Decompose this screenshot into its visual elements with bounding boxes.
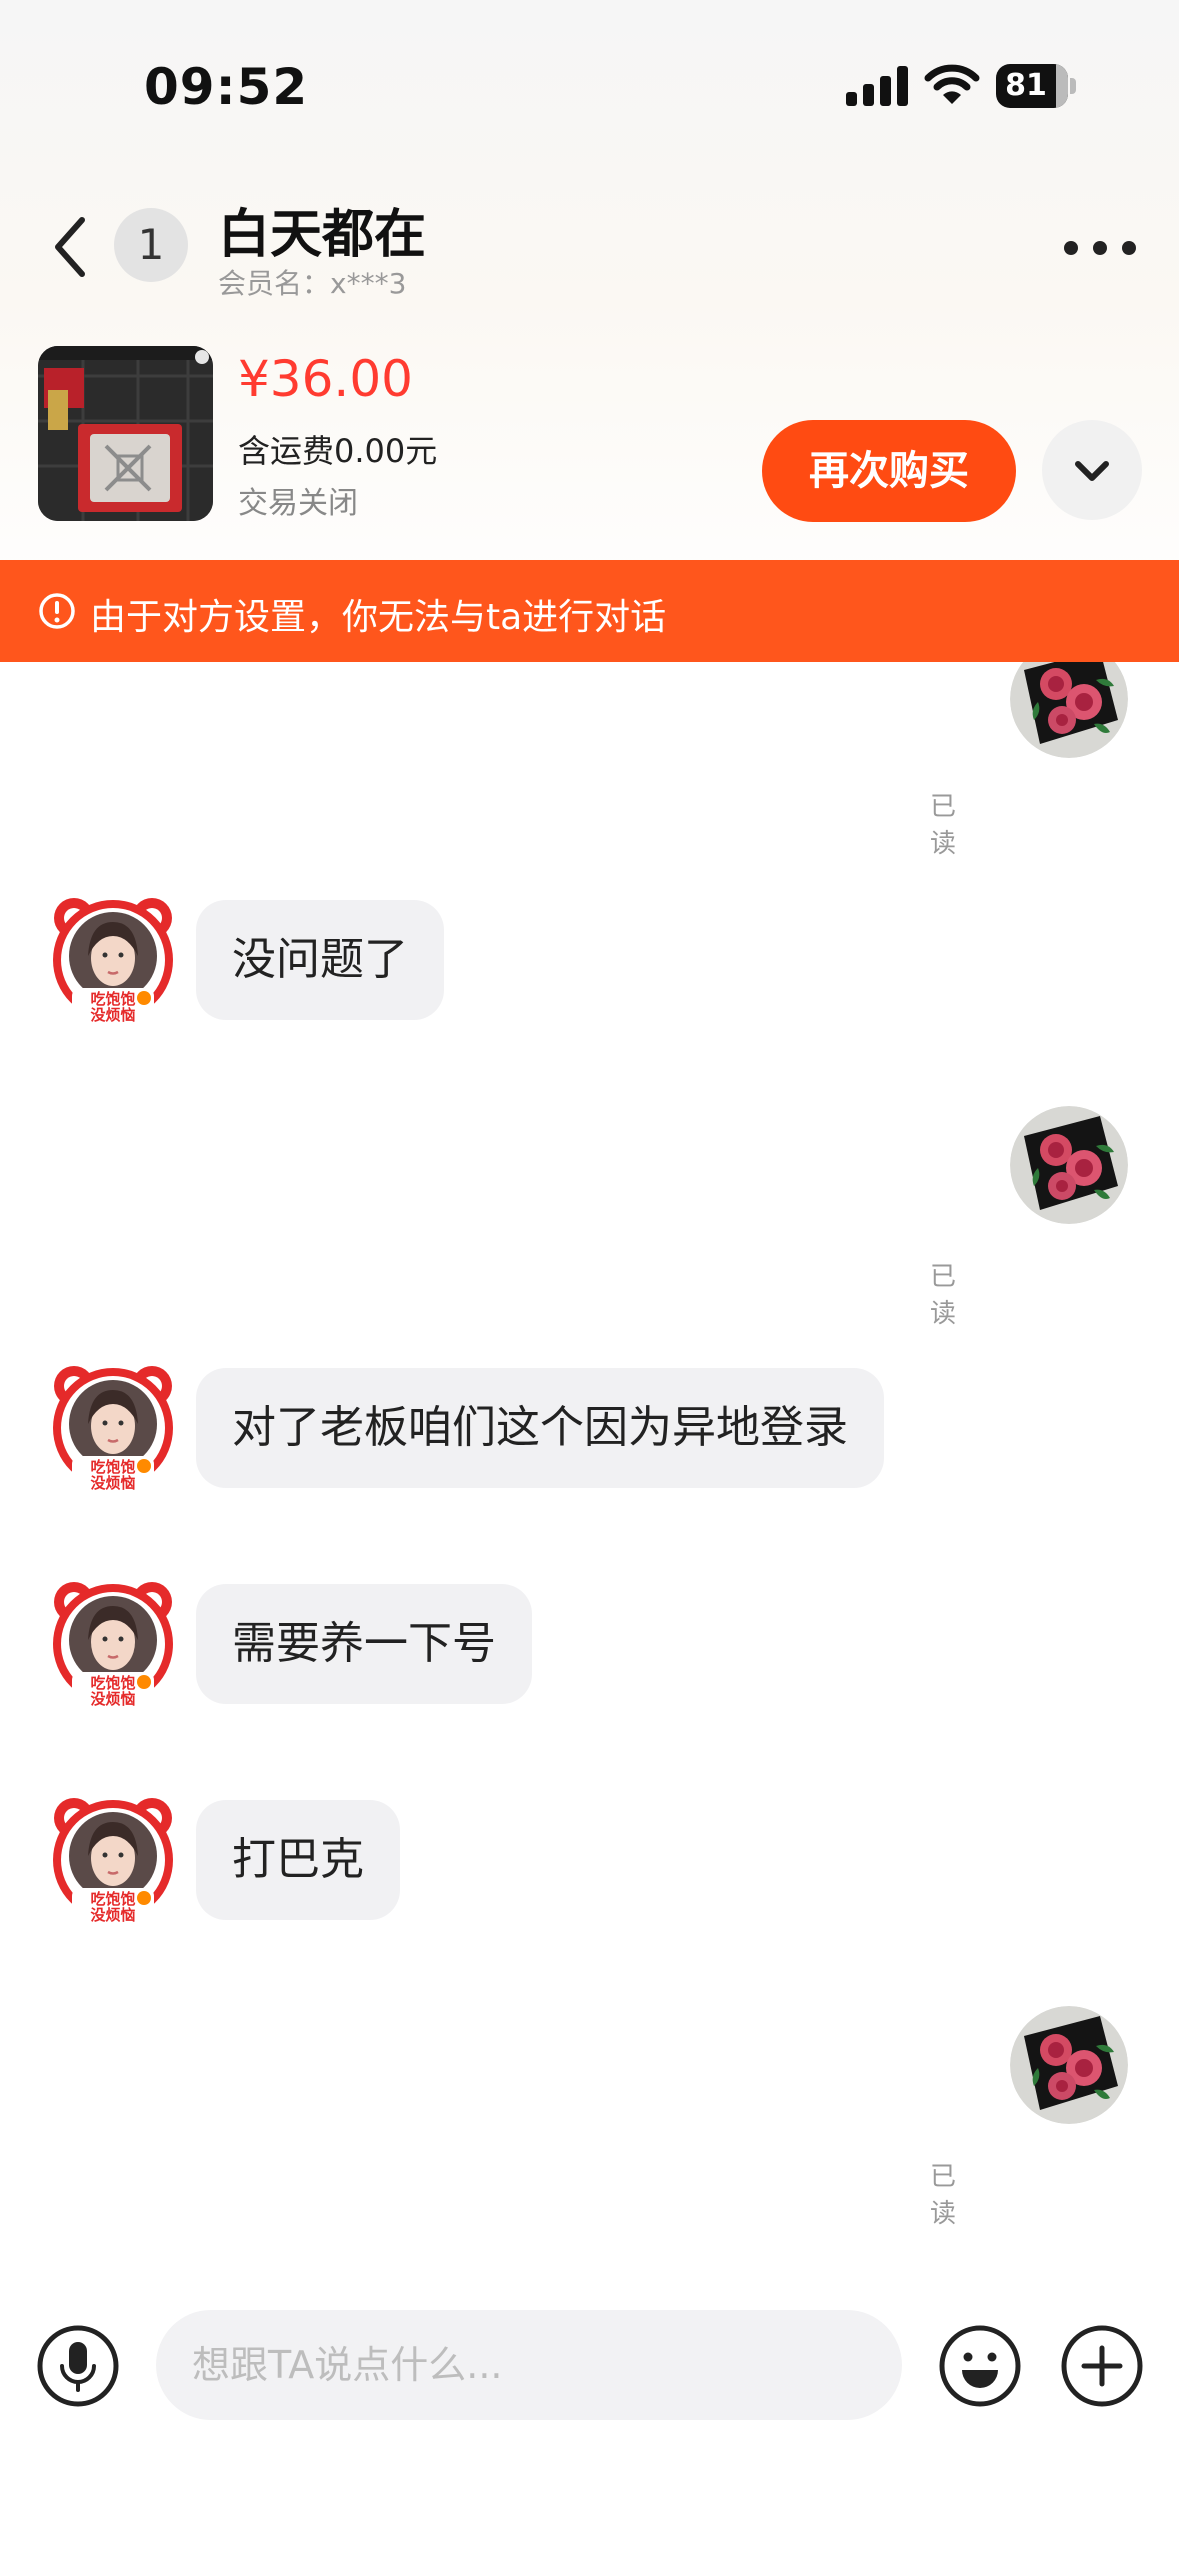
avatar-image: [1010, 1106, 1128, 1224]
contact-avatar[interactable]: 吃饱饱 没烦恼: [48, 892, 178, 1030]
buy-again-button[interactable]: 再次购买: [762, 420, 1016, 522]
more-options-button[interactable]: [1064, 238, 1136, 258]
emoji-button[interactable]: [938, 2324, 1022, 2408]
trade-status: 交易关闭: [238, 486, 358, 521]
svg-text:没烦恼: 没烦恼: [90, 1474, 135, 1492]
message-list[interactable]: 哦哦 已读 吃饱饱 没烦恼 没问题了 好: [0, 662, 1179, 2262]
svg-text:没烦恼: 没烦恼: [90, 1690, 135, 1708]
battery-icon: 81: [996, 64, 1076, 108]
warning-banner: 由于对方设置，你无法与ta进行对话: [0, 560, 1179, 662]
wifi-icon: [924, 64, 980, 104]
avatar-image: [1010, 662, 1128, 758]
svg-text:没烦恼: 没烦恼: [90, 1006, 135, 1024]
read-status: 已读: [930, 792, 957, 859]
product-price: ¥36.00: [238, 350, 413, 408]
incoming-message-bubble[interactable]: 需要养一下号: [196, 1584, 532, 1704]
read-status: 已读: [930, 1262, 957, 1329]
cellular-signal-icon: [846, 66, 908, 106]
shipping-fee: 含运费0.00元: [238, 432, 438, 470]
my-avatar[interactable]: [1010, 2006, 1128, 2124]
avatar-image: [1010, 2006, 1128, 2124]
chevron-down-icon: [1075, 461, 1109, 481]
avatar-image: 吃饱饱 没烦恼: [53, 898, 173, 1024]
avatar-image: 吃饱饱 没烦恼: [53, 1582, 173, 1708]
product-card[interactable]: ¥36.00 含运费0.00元 交易关闭 再次购买: [0, 330, 1179, 530]
battery-level: 81: [1005, 68, 1047, 103]
avatar-image: 吃饱饱 没烦恼: [53, 1366, 173, 1492]
input-bar: [0, 2262, 1179, 2556]
status-bar: 09:52 81: [0, 0, 1179, 170]
incoming-message-bubble[interactable]: 打巴克: [196, 1800, 400, 1920]
read-status: 已读: [930, 2162, 957, 2229]
warning-text: 由于对方设置，你无法与ta进行对话: [90, 597, 667, 638]
add-attachment-button[interactable]: [1060, 2324, 1144, 2408]
unread-count-badge[interactable]: 1: [114, 208, 188, 282]
my-avatar[interactable]: [1010, 1106, 1128, 1224]
contact-avatar[interactable]: 吃饱饱 没烦恼: [48, 1360, 178, 1498]
product-thumbnail[interactable]: [38, 346, 213, 521]
status-time: 09:52: [144, 58, 309, 116]
voice-input-button[interactable]: [36, 2324, 120, 2408]
message-input[interactable]: [156, 2310, 902, 2420]
alert-icon: [39, 593, 75, 629]
incoming-message-bubble[interactable]: 没问题了: [196, 900, 444, 1020]
member-name: 会员名：x***3: [218, 267, 407, 300]
contact-avatar[interactable]: 吃饱饱 没烦恼: [48, 1576, 178, 1714]
chat-header: 1 白天都在 会员名：x***3: [0, 170, 1179, 310]
contact-avatar[interactable]: 吃饱饱 没烦恼: [48, 1792, 178, 1930]
svg-text:没烦恼: 没烦恼: [90, 1906, 135, 1924]
back-button[interactable]: [46, 212, 96, 282]
chat-screen: 09:52 81 1 白天都在 会员名：x***3 ¥36.00 含运费0.00…: [0, 0, 1179, 2556]
expand-button[interactable]: [1042, 420, 1142, 520]
my-avatar[interactable]: [1010, 662, 1128, 758]
contact-name: 白天都在: [218, 205, 427, 265]
incoming-message-bubble[interactable]: 对了老板咱们这个因为异地登录: [196, 1368, 884, 1488]
avatar-image: 吃饱饱 没烦恼: [53, 1798, 173, 1924]
